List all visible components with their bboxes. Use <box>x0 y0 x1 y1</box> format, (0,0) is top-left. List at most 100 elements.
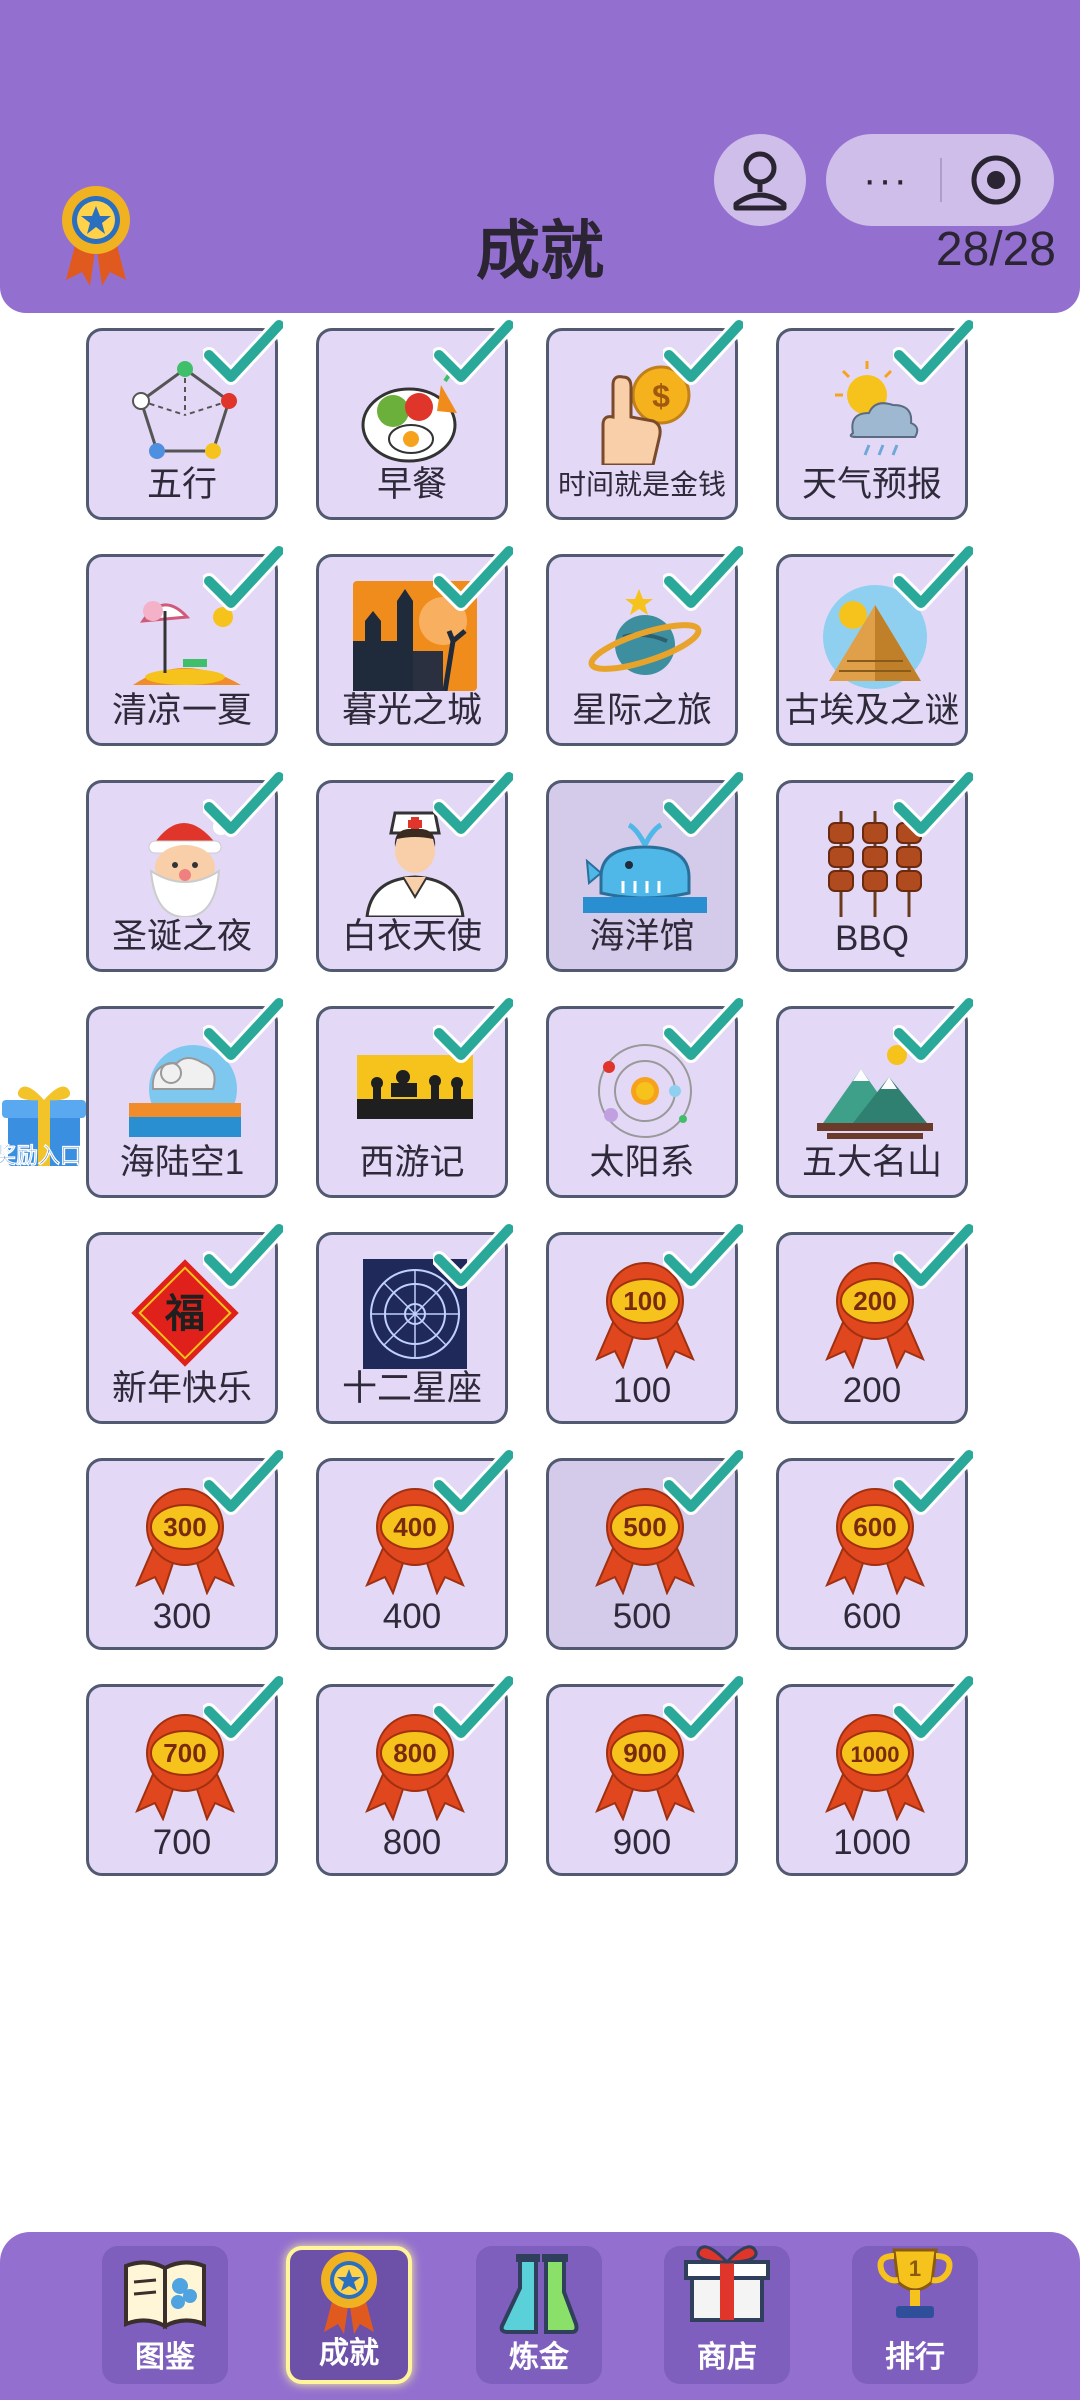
checkmark-icon <box>893 319 973 385</box>
achievement-counter: 28/28 <box>935 223 1056 276</box>
checkmark-icon <box>203 997 283 1063</box>
checkmark-icon <box>663 997 743 1063</box>
tab-collection[interactable]: 图鉴 <box>102 2246 228 2384</box>
badge-text: 福 <box>164 1290 205 1337</box>
achievement-label: 圣诞之夜 <box>111 917 252 956</box>
tab-ranking[interactable]: 1 排行 <box>852 2246 978 2384</box>
badge-text: 700 <box>163 1738 206 1768</box>
achievement-label: 五大名山 <box>801 1143 942 1182</box>
achievement-label: 新年快乐 <box>111 1369 252 1408</box>
achievement-card[interactable]: 500 500 <box>546 1449 743 1650</box>
achievement-label: 900 <box>612 1823 672 1862</box>
achievement-label: 天气预报 <box>801 465 942 504</box>
achievement-label: 西游记 <box>359 1143 465 1182</box>
tab-label: 炼金 <box>509 2341 569 2374</box>
badge-text: 300 <box>163 1512 206 1542</box>
achievement-label: 300 <box>152 1597 212 1636</box>
achievement-label: 暮光之城 <box>341 691 482 730</box>
checkmark-icon <box>893 1675 973 1741</box>
close-target-icon[interactable] <box>956 148 1036 212</box>
trophy-icon: 1 <box>877 2248 953 2318</box>
achievement-card[interactable]: 福新年快乐 <box>86 1223 283 1424</box>
achievement-label: 1000 <box>833 1823 911 1862</box>
user-button[interactable] <box>714 134 806 226</box>
achievement-label: 海洋馆 <box>589 917 695 956</box>
checkmark-icon <box>203 771 283 837</box>
badge-text: 600 <box>853 1512 896 1542</box>
achievement-card[interactable]: 400 400 <box>316 1449 513 1650</box>
svg-text:1: 1 <box>909 2256 921 2281</box>
achievement-label: 600 <box>842 1597 902 1636</box>
achievement-card[interactable]: 海陆空1 <box>86 997 283 1198</box>
achievement-card[interactable]: 海洋馆 <box>546 771 743 972</box>
achievement-card[interactable]: 清凉一夏 <box>86 545 283 746</box>
user-icon <box>733 151 787 211</box>
checkmark-icon <box>433 545 513 611</box>
achievement-card[interactable]: 五大名山 <box>776 997 973 1198</box>
achievement-label: 海陆空1 <box>119 1143 245 1182</box>
tab-shop[interactable]: 商店 <box>664 2245 790 2384</box>
achievement-label: 太阳系 <box>589 1143 695 1182</box>
achievement-card[interactable]: 700 700 <box>86 1675 283 1876</box>
more-button[interactable]: ··· <box>846 148 926 212</box>
checkmark-icon <box>663 1675 743 1741</box>
checkmark-icon <box>663 771 743 837</box>
checkmark-icon <box>203 1675 283 1741</box>
achievement-label: 清凉一夏 <box>111 691 252 730</box>
checkmark-icon <box>203 545 283 611</box>
achievement-card[interactable]: 古埃及之谜 <box>776 545 973 746</box>
achievement-label: 100 <box>612 1371 672 1410</box>
achievement-card[interactable]: 100 100 <box>546 1223 743 1424</box>
achievement-card[interactable]: 白衣天使 <box>316 771 513 972</box>
checkmark-icon <box>893 1449 973 1515</box>
achievement-label: 十二星座 <box>341 1369 482 1408</box>
checkmark-icon <box>433 1675 513 1741</box>
achievement-grid: 五行 早餐 $ 时间就是金钱天气预报清凉一夏 暮光之城 星际之旅 古埃及之谜圣诞之夜 白衣天使… <box>86 319 973 1876</box>
achievement-label: 400 <box>382 1597 442 1636</box>
badge-text: 200 <box>853 1286 896 1316</box>
checkmark-icon <box>203 1449 283 1515</box>
checkmark-icon <box>663 1223 743 1289</box>
checkmark-icon <box>203 1223 283 1289</box>
achievement-card[interactable]: 西游记 <box>316 997 513 1198</box>
achievement-card[interactable]: 星际之旅 <box>546 545 743 746</box>
achievement-card[interactable]: 太阳系 <box>546 997 743 1198</box>
header-bar: 成就 28/28 ··· <box>0 0 1080 313</box>
achievement-card[interactable]: 300 300 <box>86 1449 283 1650</box>
badge-text: 400 <box>393 1512 436 1542</box>
achievement-card[interactable]: 圣诞之夜 <box>86 771 283 972</box>
achievement-card[interactable]: 200 200 <box>776 1223 973 1424</box>
achievement-label: 白衣天使 <box>341 917 482 956</box>
flask-icon <box>499 2254 579 2334</box>
menu-capsule: ··· <box>826 134 1054 226</box>
achievement-card[interactable]: 五行 <box>86 319 283 520</box>
reward-entry-label[interactable]: 奖励入口 <box>0 1138 82 1170</box>
checkmark-icon <box>433 319 513 385</box>
badge-text: 1000 <box>851 1742 900 1767</box>
checkmark-icon <box>433 997 513 1063</box>
achievement-card[interactable]: 600 600 <box>776 1449 973 1650</box>
book-icon <box>124 2260 206 2330</box>
tab-achievements[interactable]: 成就 <box>286 2246 412 2384</box>
achievement-card[interactable]: 800 800 <box>316 1675 513 1876</box>
checkmark-icon <box>203 319 283 385</box>
achievement-card[interactable]: 十二星座 <box>316 1223 513 1424</box>
tab-label: 成就 <box>319 2337 379 2370</box>
achievement-label: 早餐 <box>376 465 447 504</box>
achievement-label: BBQ <box>835 919 909 958</box>
bottom-tab-bar: 图鉴 成就 炼金 商店 1 排行 <box>0 2232 1080 2400</box>
achievement-card[interactable]: $ 时间就是金钱 <box>546 319 743 520</box>
achievement-card[interactable]: 暮光之城 <box>316 545 513 746</box>
badge-text: 100 <box>623 1286 666 1316</box>
achievement-card[interactable]: 1000 1000 <box>776 1675 973 1876</box>
achievement-card[interactable]: 早餐 <box>316 319 513 520</box>
checkmark-icon <box>433 771 513 837</box>
achievement-card[interactable]: 天气预报 <box>776 319 973 520</box>
tab-label: 图鉴 <box>135 2341 195 2374</box>
achievement-card[interactable]: BBQ <box>776 771 973 972</box>
achievement-card[interactable]: 900 900 <box>546 1675 743 1876</box>
checkmark-icon <box>893 997 973 1063</box>
tab-alchemy[interactable]: 炼金 <box>476 2246 602 2384</box>
achievement-label: 800 <box>382 1823 442 1862</box>
checkmark-icon <box>893 771 973 837</box>
